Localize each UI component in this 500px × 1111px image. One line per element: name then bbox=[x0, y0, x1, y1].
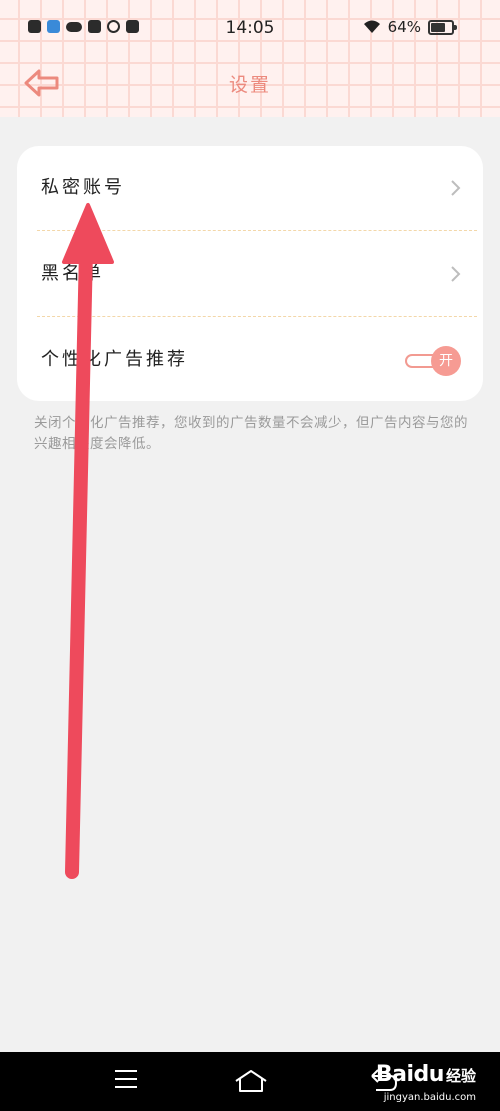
wifi-icon bbox=[363, 20, 380, 33]
toggle-knob: 开 bbox=[431, 346, 461, 376]
page-title: 设置 bbox=[228, 74, 271, 96]
chevron-right-icon bbox=[451, 266, 461, 282]
divider bbox=[37, 316, 477, 317]
settings-item-private-account[interactable]: 私密账号 bbox=[17, 146, 483, 230]
watermark-text: 经验 bbox=[445, 1067, 476, 1085]
watermark-url: jingyan.baidu.com bbox=[383, 1092, 476, 1103]
watermark-logo: Baidu bbox=[375, 1062, 445, 1087]
menu-icon[interactable] bbox=[114, 1068, 138, 1090]
chevron-right-icon bbox=[451, 180, 461, 196]
baidu-watermark: Baidu 经验 jingyan.baidu.com bbox=[375, 1062, 476, 1103]
battery-icon bbox=[428, 19, 457, 35]
settings-item-label: 私密账号 bbox=[41, 177, 125, 198]
nav-bar: 设置 bbox=[0, 58, 500, 110]
personalized-ads-toggle[interactable]: 开 bbox=[405, 346, 461, 376]
system-nav-bar: Baidu 经验 jingyan.baidu.com bbox=[0, 1052, 500, 1111]
settings-item-label: 黑名单 bbox=[41, 263, 104, 284]
divider bbox=[37, 230, 477, 231]
home-icon[interactable] bbox=[233, 1068, 269, 1094]
status-bar: 14:05 64% bbox=[0, 0, 500, 58]
status-right: 64% bbox=[363, 18, 457, 36]
ad-hint-text: 关闭个性化广告推荐，您收到的广告数量不会减少，但广告内容与您的兴趣相关度会降低。 bbox=[34, 415, 468, 452]
battery-percent: 64% bbox=[387, 18, 421, 36]
settings-item-label: 个性化广告推荐 bbox=[41, 349, 188, 370]
settings-card: 私密账号 黑名单 个性化广告推荐 开 bbox=[17, 146, 483, 401]
header: 14:05 64% 设置 bbox=[0, 0, 500, 117]
settings-item-blacklist[interactable]: 黑名单 bbox=[17, 232, 483, 316]
